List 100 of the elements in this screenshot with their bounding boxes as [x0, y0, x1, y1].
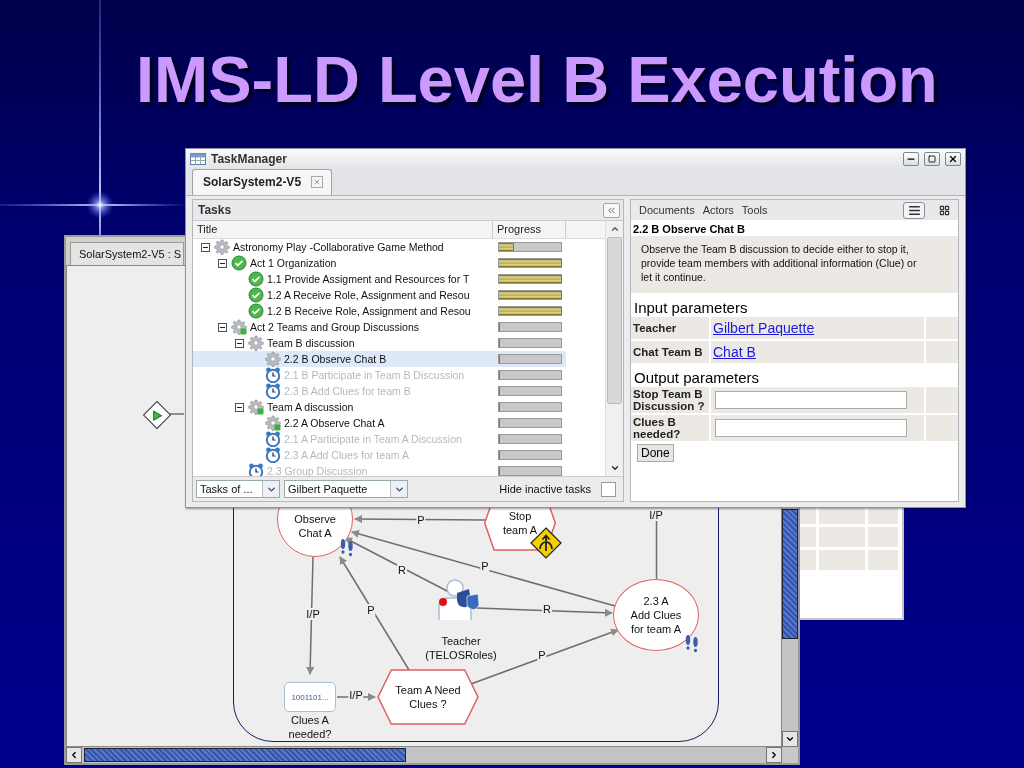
- parameter-link[interactable]: Chat B: [713, 344, 756, 360]
- task-title: Team A discussion: [267, 401, 354, 413]
- road-sign-icon: [530, 527, 562, 559]
- edge-label: I/P: [305, 608, 321, 620]
- checkbox[interactable]: [601, 481, 616, 497]
- task-title: Astronomy Play -Collaborative Game Method: [233, 241, 444, 253]
- task-row[interactable]: Act 1 Organization: [193, 255, 566, 271]
- task-row[interactable]: Team B discussion: [193, 335, 566, 351]
- table-cell: [926, 387, 958, 413]
- decision-node: Team A Need Clues ?: [377, 669, 479, 725]
- edge-label: R: [542, 603, 552, 615]
- slide-title: IMS-LD Level B Execution: [135, 42, 939, 116]
- edge-label: P: [416, 514, 426, 526]
- filter-dropdown[interactable]: Gilbert Paquette: [284, 480, 408, 498]
- collapse-icon[interactable]: [235, 338, 244, 348]
- table-cell: [868, 527, 898, 547]
- vertical-scrollbar[interactable]: [605, 221, 623, 476]
- task-row[interactable]: 2.2 A Observe Chat A: [193, 415, 566, 431]
- alarm-clock-icon: [265, 447, 281, 463]
- task-title: 1.2 B Receive Role, Assignment and Resou: [267, 305, 471, 317]
- table-cell: [819, 527, 865, 547]
- task-title: 1.1 Provide Assigment and Resources for T: [267, 273, 470, 285]
- progress-bar: [497, 450, 562, 460]
- maximize-button[interactable]: [924, 152, 940, 166]
- task-row[interactable]: 1.2 A Receive Role, Assignment and Resou: [193, 287, 566, 303]
- scroll-down-icon[interactable]: [609, 463, 620, 473]
- edge-label: I/P: [648, 509, 664, 521]
- window-title: TaskManager: [211, 152, 288, 166]
- scroll-right-icon[interactable]: [769, 750, 779, 760]
- scroll-down-icon[interactable]: [785, 734, 795, 744]
- edge-label: R: [397, 564, 407, 576]
- column-header[interactable]: Progress: [493, 221, 566, 238]
- list-icon: [907, 203, 921, 217]
- scroll-left-icon[interactable]: [69, 750, 79, 760]
- task-title: Act 2 Teams and Group Discussions: [250, 321, 420, 333]
- play-icon: [151, 409, 163, 421]
- gear-icon: [265, 351, 281, 367]
- menu-item[interactable]: Actors: [702, 204, 734, 216]
- alarm-clock-icon: [265, 367, 281, 383]
- scroll-up-icon[interactable]: [609, 224, 620, 234]
- gear-icon: [248, 335, 264, 351]
- menu-item[interactable]: Documents: [639, 204, 695, 216]
- collapse-icon[interactable]: [201, 242, 210, 252]
- check-circle-icon: [248, 271, 264, 287]
- list-view-button[interactable]: [903, 201, 925, 219]
- table-icon: [190, 153, 206, 165]
- edge-label: P: [366, 604, 376, 616]
- parameter-name: Teacher: [631, 317, 709, 339]
- task-title: 2.1 A Participate in Team A Discussion: [284, 433, 462, 445]
- gear-badge-icon: [265, 415, 281, 431]
- gear-badge-icon: [248, 399, 264, 415]
- table-cell: [926, 341, 958, 363]
- progress-bar: [497, 434, 562, 444]
- progress-bar: [497, 322, 562, 332]
- close-button[interactable]: [945, 152, 961, 166]
- task-title: 2.3 B Add Clues for team B: [284, 385, 411, 397]
- activity-node: 2.3 A Add Clues for team A: [613, 579, 699, 651]
- task-row[interactable]: Astronomy Play -Collaborative Game Method: [193, 239, 566, 255]
- progress-bar: [497, 242, 562, 252]
- close-tab-icon[interactable]: [311, 176, 324, 188]
- input-field[interactable]: [715, 391, 907, 409]
- collapse-icon[interactable]: [218, 322, 227, 332]
- edge-label: P: [537, 649, 547, 661]
- progress-bar: [497, 290, 562, 300]
- minimize-button[interactable]: [903, 152, 919, 166]
- gear-badge-icon: [231, 319, 247, 335]
- close-icon: [948, 154, 958, 164]
- collapse-icon[interactable]: [235, 402, 244, 412]
- tab[interactable]: SolarSystem2-V5: [192, 169, 333, 195]
- panel-title: Tasks: [198, 203, 232, 217]
- progress-bar: [497, 354, 562, 364]
- task-row[interactable]: 2.2 B Observe Chat B: [193, 351, 566, 367]
- parameter-name: Clues B needed?: [631, 415, 709, 441]
- menu-item[interactable]: Tools: [741, 204, 768, 216]
- collapse-icon[interactable]: [218, 258, 227, 268]
- parameter-name: Stop Team B Discussion ?: [631, 387, 709, 413]
- check-circle-icon: [248, 303, 264, 319]
- task-row[interactable]: 1.1 Provide Assigment and Resources for T: [193, 271, 566, 287]
- horizontal-scrollbar[interactable]: [66, 747, 798, 763]
- footprints-icon: [684, 634, 700, 654]
- section-heading: Output parameters: [633, 368, 761, 387]
- done-button[interactable]: Done: [637, 444, 674, 462]
- progress-bar: [497, 386, 562, 396]
- task-row[interactable]: Act 2 Teams and Group Discussions: [193, 319, 566, 335]
- edge-label: P: [480, 560, 490, 572]
- progress-bar: [497, 370, 562, 380]
- input-field[interactable]: [715, 419, 907, 437]
- checkbox-label: Hide inactive tasks: [499, 483, 591, 495]
- editor-tab[interactable]: SolarSystem2-V5 : S: [70, 242, 185, 265]
- task-title: 2.2 B Observe Chat B: [284, 353, 387, 365]
- task-title: 2.1 B Participate in Team B Discussion: [284, 369, 465, 381]
- task-row[interactable]: 1.2 B Receive Role, Assignment and Resou: [193, 303, 566, 319]
- vertical-scrollbar[interactable]: [782, 509, 798, 747]
- alarm-clock-icon: [265, 431, 281, 447]
- filter-dropdown[interactable]: Tasks of ...: [196, 480, 280, 498]
- progress-bar: [497, 338, 562, 348]
- task-row[interactable]: Team A discussion: [193, 399, 566, 415]
- column-header[interactable]: Title: [193, 221, 493, 238]
- section-heading: Input parameters: [633, 298, 749, 317]
- task-title: Act 1 Organization: [250, 257, 337, 269]
